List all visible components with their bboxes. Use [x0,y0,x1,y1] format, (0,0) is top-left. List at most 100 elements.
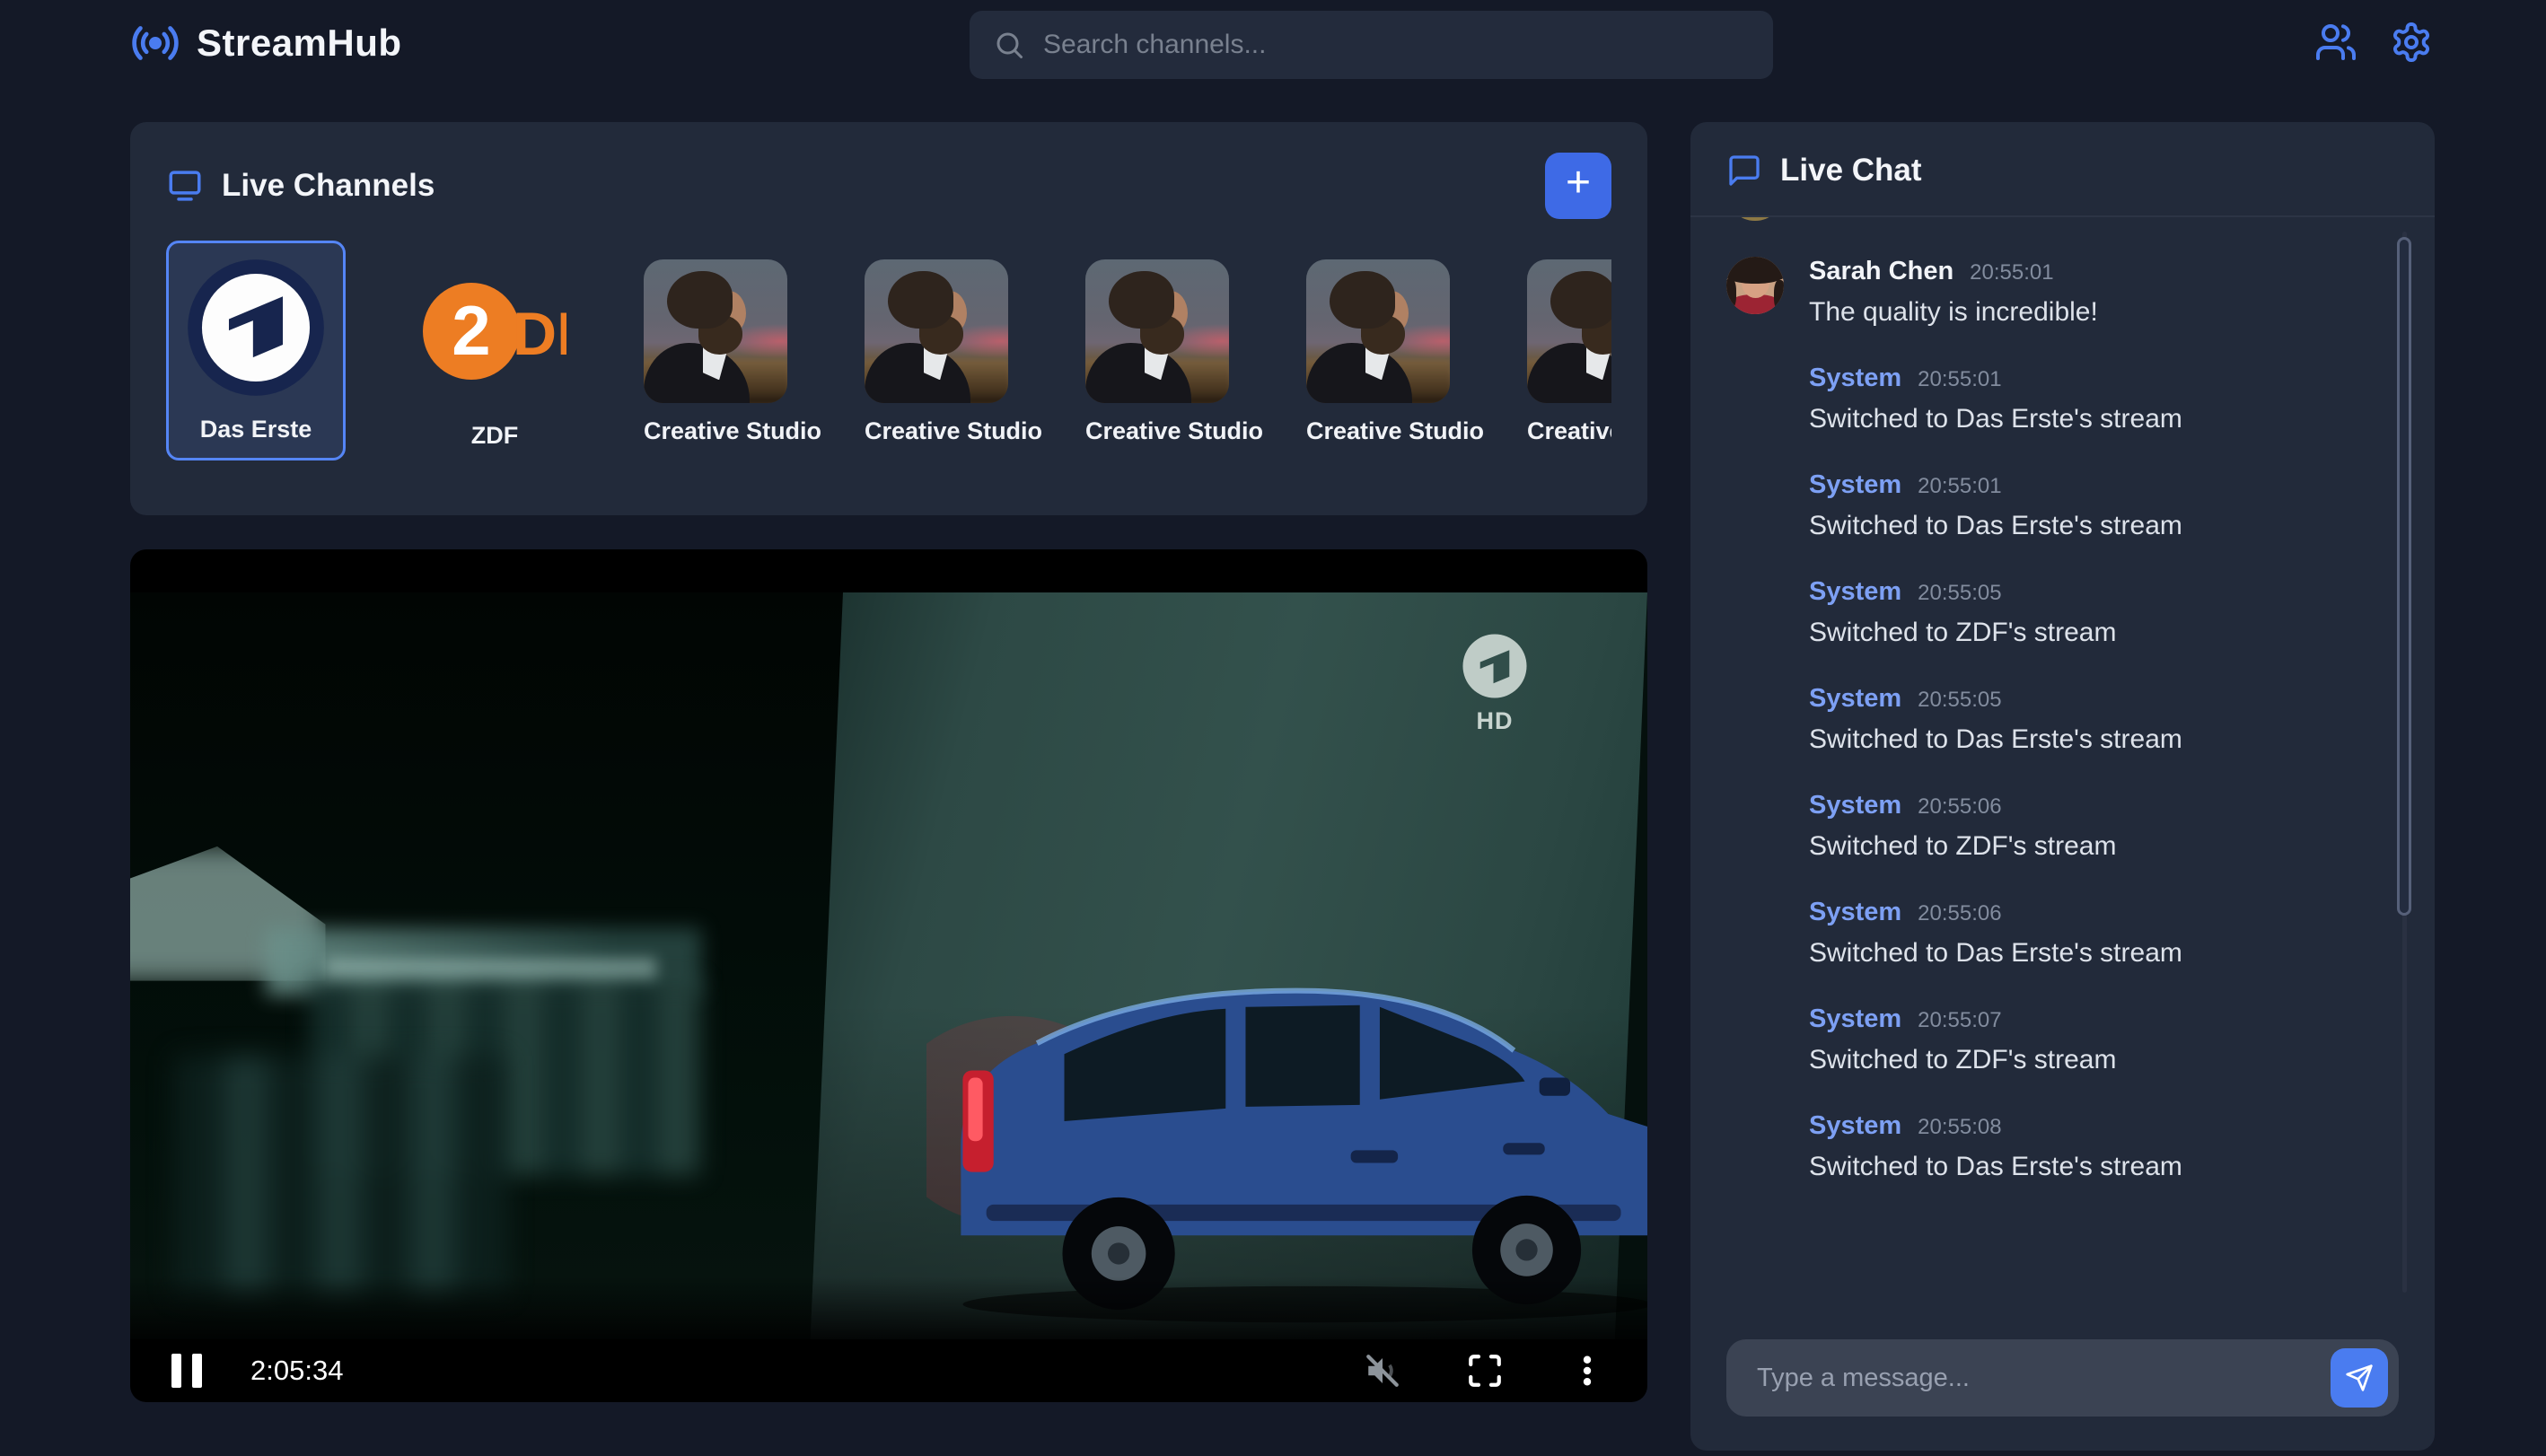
message-author: System [1809,1004,1901,1034]
search-icon [993,29,1025,61]
message-timestamp: 20:55:01 [1918,367,2001,392]
live-chat-title: Live Chat [1780,153,1922,189]
chat-message: System 20:55:08 Switched to Das Erste's … [1726,1111,2372,1182]
message-author: System [1809,684,1901,714]
channel-thumbnail [1085,259,1229,403]
zdf-logo-icon: 2 DF [423,259,566,403]
message-timestamp: 20:55:07 [1918,1008,2001,1033]
message-timestamp: 20:55:01 [1970,260,2053,285]
video-frame: HD [130,592,1647,1339]
chat-message: Amazing stream today! 🔥 [1726,217,2372,221]
channel-label: Das Erste [184,416,328,443]
message-text: Switched to Das Erste's stream [1809,724,2182,755]
message-timestamp: 20:55:01 [1918,474,2001,499]
channel-item-zdf[interactable]: 2 DF ZDF [423,241,566,450]
app-logo: StreamHub [130,18,402,68]
message-author: Sarah Chen [1809,257,1953,286]
message-timestamp: 20:55:05 [1918,581,2001,606]
channel-label: Creative Studio [644,417,787,445]
message-text: Switched to Das Erste's stream [1809,1152,2182,1182]
chat-message: System 20:55:06 Switched to Das Erste's … [1726,898,2372,969]
pause-button[interactable] [171,1354,202,1388]
chat-bubble-icon [1726,153,1762,189]
add-channel-button[interactable]: + [1545,153,1611,219]
live-chat-header: Live Chat [1690,122,2435,217]
mute-button[interactable] [1364,1352,1401,1390]
message-timestamp: 20:55:08 [1918,1115,2001,1140]
main-content: Live Channels + Das Erste 2 DF ZDF [0,86,2546,1451]
message-text: Switched to ZDF's stream [1809,618,2116,648]
send-icon [2345,1364,2374,1392]
chat-message: System 20:55:05 Switched to Das Erste's … [1726,684,2372,755]
avatar [1726,257,1784,314]
broadcast-icon [130,18,180,68]
send-message-button[interactable] [2331,1348,2388,1408]
message-text: The quality is incredible! [1809,297,2098,328]
settings-button[interactable] [2388,20,2435,66]
avatar [1726,217,1784,221]
chat-input-area [1690,1316,2435,1451]
message-text: Switched to Das Erste's stream [1809,511,2182,541]
channel-thumbnail [1527,259,1611,403]
svg-text:DF: DF [513,300,566,368]
message-timestamp: 20:55:06 [1918,901,2001,926]
channel-list: Das Erste 2 DF ZDF Creative Studio [166,241,1611,460]
ard-watermark-icon [1462,633,1528,699]
channel-label: Creative Studio [1085,417,1229,445]
chat-message-list[interactable]: Amazing stream today! 🔥 Sarah Chen 20:55… [1690,217,2435,1316]
hd-badge: HD [1454,707,1535,735]
channel-thumbnail [1306,259,1450,403]
users-icon [2314,21,2357,64]
ard-logo-icon [185,257,327,399]
chat-scrollbar [2397,232,2411,1293]
channel-label: Creative Studio [1306,417,1450,445]
search-input[interactable] [1043,30,1750,60]
channel-thumbnail [644,259,787,403]
chat-message: System 20:55:01 Switched to Das Erste's … [1726,364,2372,434]
player-controls: 2:05:34 [130,1339,1647,1402]
channel-thumbnail [865,259,1008,403]
channel-item-das-erste[interactable]: Das Erste [166,241,346,460]
message-timestamp: 20:55:06 [1918,794,2001,820]
app-title: StreamHub [197,22,402,65]
channel-item-creative-studio[interactable]: Creative Studio [644,241,787,445]
channel-item-creative-studio[interactable]: Creative Studio [1306,241,1450,445]
channel-item-creative-studio[interactable]: Creative Studio [1085,241,1229,445]
video-blurred-background [130,592,882,1339]
channel-label: Creative Studio [865,417,1008,445]
message-author: System [1809,898,1901,927]
chat-message: System 20:55:05 Switched to ZDF's stream [1726,577,2372,648]
channel-item-creative-studio[interactable]: Creative Studio [1527,241,1611,445]
gear-icon [2390,21,2433,64]
chat-input-wrap [1726,1339,2399,1417]
channel-label: ZDF [423,422,566,450]
message-author: System [1809,791,1901,820]
message-author: System [1809,364,1901,393]
live-channels-header: Live Channels + [166,153,1611,219]
left-column: Live Channels + Das Erste 2 DF ZDF [130,122,1647,1402]
mute-icon [1364,1352,1401,1390]
video-player[interactable]: HD 2:05:34 [130,549,1647,1402]
more-options-button[interactable] [1568,1352,1606,1390]
viewers-button[interactable] [2313,20,2359,66]
message-text: Switched to Das Erste's stream [1809,938,2182,969]
playback-time: 2:05:34 [250,1355,343,1387]
message-author: System [1809,577,1901,607]
app-header: StreamHub [0,0,2546,86]
scrollbar-thumb[interactable] [2397,237,2411,916]
header-actions [2313,20,2435,66]
fullscreen-icon [1466,1352,1504,1390]
fullscreen-button[interactable] [1466,1352,1504,1390]
svg-text:2: 2 [452,291,490,370]
chat-message: System 20:55:01 Switched to Das Erste's … [1726,470,2372,541]
live-channels-panel: Live Channels + Das Erste 2 DF ZDF [130,122,1647,515]
chat-message-input[interactable] [1726,1339,2399,1417]
monitor-icon [166,167,204,205]
chat-message: Sarah Chen 20:55:01 The quality is incre… [1726,257,2372,328]
channel-label: Creative Studio [1527,417,1611,445]
message-author: System [1809,470,1901,500]
video-car [926,934,1647,1324]
channel-item-creative-studio[interactable]: Creative Studio [865,241,1008,445]
search-bar [970,11,1773,79]
live-chat-panel: Live Chat Amazing stream today! 🔥 Sarah … [1690,122,2435,1451]
